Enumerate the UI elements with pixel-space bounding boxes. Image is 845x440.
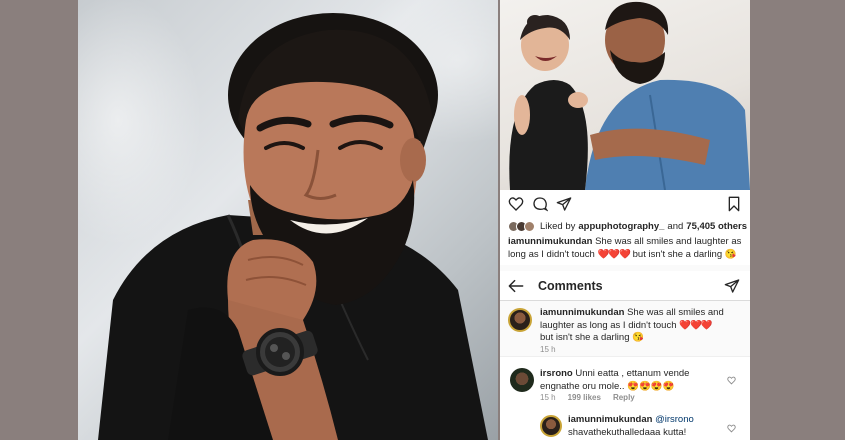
caption-tail: but isn't she a darling: [632, 249, 723, 260]
portrait-photo: [78, 0, 498, 440]
comment-username[interactable]: iamunnimukundan: [540, 307, 624, 318]
comment-hearts: ❤️❤️❤️: [679, 319, 712, 331]
heart-icon[interactable]: [508, 196, 524, 212]
comment-like-heart-icon[interactable]: [727, 376, 736, 385]
avatar[interactable]: [510, 368, 534, 392]
reply-button[interactable]: Reply: [613, 393, 635, 402]
comment-username[interactable]: iamunnimukundan: [568, 414, 652, 425]
comment-time: 15 h: [540, 345, 556, 354]
post-photo: [500, 0, 750, 190]
comment-body: iamunnimukundan @irsrono shavathekuthall…: [568, 414, 728, 439]
liked-by-prefix: Liked by: [540, 220, 576, 232]
comments-header: Comments: [500, 271, 750, 301]
comment-like-heart-icon[interactable]: [727, 424, 736, 433]
liked-by-and: and: [667, 220, 684, 232]
comment-emoji: 😘: [632, 332, 644, 343]
comment-mention[interactable]: @irsrono: [655, 414, 694, 425]
comment-item: iamunnimukundan She was all smiles and l…: [500, 305, 750, 357]
liked-by-row: Liked by appuphotography_ and 75,405 oth…: [508, 219, 748, 233]
comment-text: shavathekuthalledaaa kutta!: [568, 426, 687, 438]
comment-tail: but isn't she a darling: [540, 332, 630, 343]
liked-by-user[interactable]: appuphotography_: [578, 221, 664, 232]
man-portrait-illustration: [98, 13, 488, 440]
avatar[interactable]: [508, 308, 532, 332]
liker-avatars: [508, 220, 535, 232]
instagram-screenshot: Liked by appuphotography_ and 75,405 oth…: [500, 0, 750, 440]
comment-body: iamunnimukundan She was all smiles and l…: [540, 307, 725, 345]
caption-username[interactable]: iamunnimukundan: [508, 236, 592, 247]
comment-icon[interactable]: [532, 196, 548, 212]
collage: Liked by appuphotography_ and 75,405 oth…: [0, 0, 845, 440]
avatar[interactable]: [540, 415, 562, 437]
father-daughter-illustration: [509, 1, 750, 190]
comment-emoji: 😍😍😍😍: [627, 380, 675, 392]
comment-likes[interactable]: 199 likes: [568, 393, 601, 402]
caption-hearts: ❤️❤️❤️: [597, 249, 631, 260]
post-action-bar: [500, 190, 750, 218]
comments-title: Comments: [538, 279, 603, 293]
bookmark-icon[interactable]: [726, 196, 742, 212]
caption-emoji: 😘: [724, 249, 737, 260]
comment-body: irsrono Unni eatta , ettanum vende engna…: [540, 368, 720, 393]
comment-meta: 15 h: [540, 345, 556, 354]
comment-item: irsrono Unni eatta , ettanum vende engna…: [500, 366, 750, 406]
comment-username[interactable]: irsrono: [540, 368, 573, 379]
back-arrow-icon[interactable]: [508, 279, 524, 293]
comment-time: 15 h: [540, 393, 556, 402]
post-caption: iamunnimukundan She was all smiles and l…: [508, 235, 746, 261]
comment-meta: 15 h 199 likes Reply: [540, 393, 635, 402]
liked-by-others[interactable]: 75,405 others: [686, 221, 747, 232]
send-icon[interactable]: [556, 196, 572, 212]
direct-send-icon[interactable]: [724, 278, 740, 294]
reply-comment-item: iamunnimukundan @irsrono shavathekuthall…: [500, 412, 750, 440]
